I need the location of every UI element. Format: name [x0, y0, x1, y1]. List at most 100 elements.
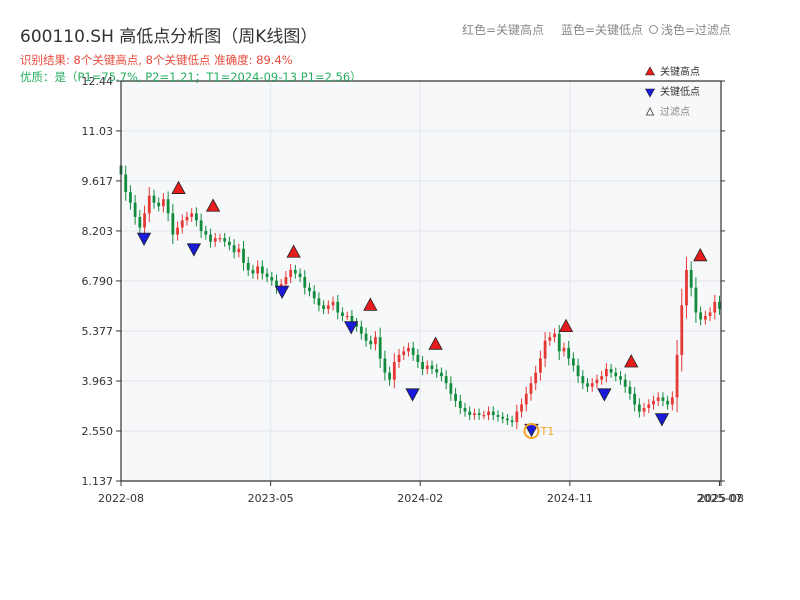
candle-body — [242, 248, 245, 263]
candle-body — [482, 415, 486, 417]
candle-body — [218, 238, 222, 240]
candle-body — [157, 202, 161, 207]
candle-body — [510, 420, 514, 423]
candle-body — [293, 269, 297, 274]
legend-low-label: 关键低点 — [660, 85, 700, 98]
candlestick-chart: 1.137 2.550 3.963 5.377 6.790 8.203 9.617 11.03… — [82, 65, 744, 505]
candle-body — [232, 245, 236, 253]
candle-body — [166, 199, 170, 214]
candle-body — [303, 277, 307, 288]
candle-body — [652, 400, 655, 405]
candle-body — [185, 216, 189, 221]
candle-body — [487, 411, 490, 416]
candle-body — [308, 287, 311, 292]
candle-body — [237, 248, 241, 253]
candle-body — [713, 301, 717, 313]
candle-body — [265, 273, 269, 278]
candle-body — [246, 262, 250, 270]
candle-body — [562, 347, 566, 352]
candle-body — [133, 202, 137, 217]
candle-body — [312, 291, 316, 299]
candle-body — [425, 365, 429, 370]
candle-body — [383, 358, 387, 373]
legend-high-label: 关键高点 — [660, 65, 700, 78]
candle-body — [213, 238, 217, 242]
candle-body — [284, 277, 288, 285]
candle-body — [520, 404, 523, 412]
candle-body — [661, 397, 665, 401]
candle-body — [689, 269, 693, 288]
candle-body — [656, 397, 660, 401]
candle-body — [506, 418, 509, 421]
candle-body — [703, 315, 707, 320]
candle-body — [411, 347, 415, 355]
candle-body — [256, 266, 260, 274]
candle-body — [298, 273, 302, 278]
candle-body — [609, 369, 613, 373]
candle-body — [416, 354, 420, 362]
candle-body — [699, 312, 703, 320]
candle-body — [374, 337, 377, 345]
candle-body — [633, 393, 637, 405]
candle-body — [586, 383, 589, 387]
candle-body — [538, 358, 542, 373]
candle-body — [529, 383, 533, 394]
candle-body — [359, 326, 363, 334]
candle-body — [553, 333, 556, 338]
candle-body — [336, 301, 340, 313]
candle-body — [199, 220, 203, 232]
candle-body — [190, 213, 194, 217]
y-tick-label: 2.550 — [82, 425, 114, 438]
candle-body — [260, 266, 264, 274]
candle-body — [473, 413, 476, 416]
candle-body — [581, 376, 585, 384]
candle-body — [331, 301, 335, 306]
quality-summary: 优质：是（P1=75.7%, P2=1.21；T1=2024-09-13 P1=… — [20, 70, 362, 84]
candle-body — [369, 340, 373, 345]
y-tick-label: 11.03 — [82, 125, 114, 138]
candle-body — [548, 337, 552, 341]
candle-body — [637, 404, 641, 412]
y-tick-label: 6.790 — [82, 275, 114, 288]
candle-body — [143, 213, 146, 228]
candle-body — [675, 354, 679, 398]
candle-body — [557, 333, 561, 352]
x-tick-label: 2025-08 — [698, 492, 744, 505]
candle-body — [138, 216, 142, 228]
y-tick-label: 8.203 — [82, 225, 114, 238]
candle-body — [496, 415, 500, 417]
candle-body — [194, 213, 198, 221]
candle-body — [223, 238, 227, 242]
y-tick-label: 5.377 — [82, 325, 114, 338]
candle-body — [468, 411, 472, 416]
candle-body — [463, 407, 467, 412]
candle-body — [289, 269, 293, 278]
candle-body — [444, 376, 448, 384]
candle-body — [345, 315, 349, 318]
x-tick-label: 2024-02 — [397, 492, 443, 505]
candle-body — [209, 234, 212, 242]
candle-body — [364, 333, 368, 341]
candle-body — [623, 379, 627, 387]
candle-body — [477, 413, 481, 416]
candle-body — [491, 411, 495, 416]
candle-body — [501, 416, 505, 419]
candle-body — [614, 372, 618, 377]
candle-body — [590, 383, 594, 387]
y-tick-label: 1.137 — [82, 475, 114, 488]
candle-body — [600, 376, 604, 380]
candle-body — [326, 305, 330, 309]
candle-body — [680, 305, 684, 355]
candle-body — [567, 347, 571, 359]
candle-body — [458, 400, 462, 408]
candle-body — [666, 400, 670, 405]
candle-body — [171, 213, 175, 235]
candle-body — [685, 269, 688, 306]
candle-body — [628, 386, 632, 394]
candle-body — [543, 340, 547, 359]
candle-body — [162, 199, 165, 207]
candle-body — [515, 411, 519, 423]
result-summary: 识别结果: 8个关键高点, 8个关键低点 准确度: 89.4% — [20, 53, 293, 67]
y-tick-label: 3.963 — [82, 375, 114, 388]
candle-body — [421, 361, 424, 370]
